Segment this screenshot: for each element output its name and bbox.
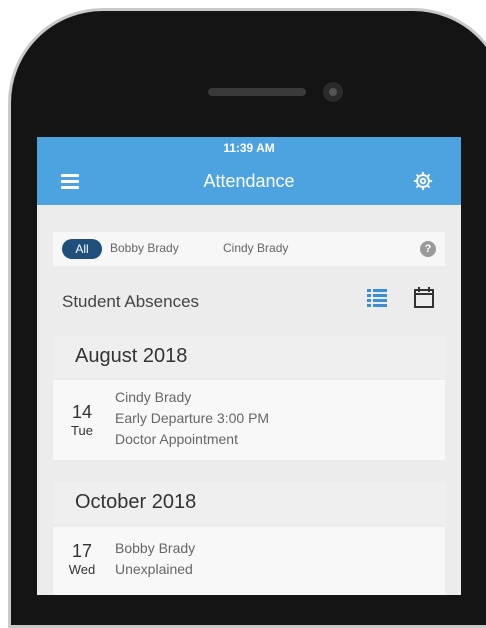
- entry-date: 14 Tue: [67, 402, 97, 438]
- status-time: 11:39 AM: [223, 141, 275, 155]
- month-header-august: August 2018: [53, 336, 445, 378]
- entry-day: 14: [71, 402, 93, 422]
- month-header-october: October 2018: [53, 482, 445, 524]
- entry-student: Bobby Brady: [115, 540, 196, 556]
- list-view-icon[interactable]: [367, 289, 387, 307]
- entry-weekday: Tue: [71, 423, 93, 438]
- entry-day: 17: [71, 541, 93, 561]
- app-screen: 11:39 AM Attendance All Bobby Brady Cind…: [37, 137, 461, 595]
- month-label: August 2018: [75, 345, 188, 367]
- entry-type: Early Departure 3:00 PM: [115, 410, 270, 426]
- absence-entry[interactable]: 17 Wed Bobby Brady Unexplained: [53, 527, 445, 595]
- app-bar: 11:39 AM Attendance: [37, 137, 461, 205]
- filter-student-cindy[interactable]: Cindy Brady: [223, 241, 288, 255]
- gear-icon[interactable]: [412, 170, 434, 192]
- question-icon[interactable]: ?: [420, 241, 436, 257]
- entry-date: 17 Wed: [67, 541, 97, 577]
- calendar-icon[interactable]: [414, 286, 434, 308]
- entry-student: Cindy Brady: [115, 389, 192, 405]
- entry-reason: Unexplained: [115, 561, 193, 577]
- phone-speaker: [208, 88, 306, 96]
- page-title: Attendance: [203, 171, 295, 191]
- entry-reason: Doctor Appointment: [115, 431, 238, 447]
- section-title: Student Absences: [62, 292, 200, 311]
- entry-weekday: Wed: [68, 562, 96, 577]
- entry-details: Cindy Brady Early Departure 3:00 PM Doct…: [115, 387, 269, 450]
- camera-icon: [323, 82, 343, 102]
- absence-entry[interactable]: 14 Tue Cindy Brady Early Departure 3:00 …: [53, 380, 445, 460]
- entry-details: Bobby Brady Unexplained: [115, 538, 195, 580]
- filter-all-chip[interactable]: All: [62, 239, 102, 259]
- filter-student-bobby[interactable]: Bobby Brady: [110, 241, 179, 255]
- student-filter-bar: All Bobby Brady Cindy Brady ?: [53, 232, 445, 266]
- month-label: October 2018: [75, 491, 197, 513]
